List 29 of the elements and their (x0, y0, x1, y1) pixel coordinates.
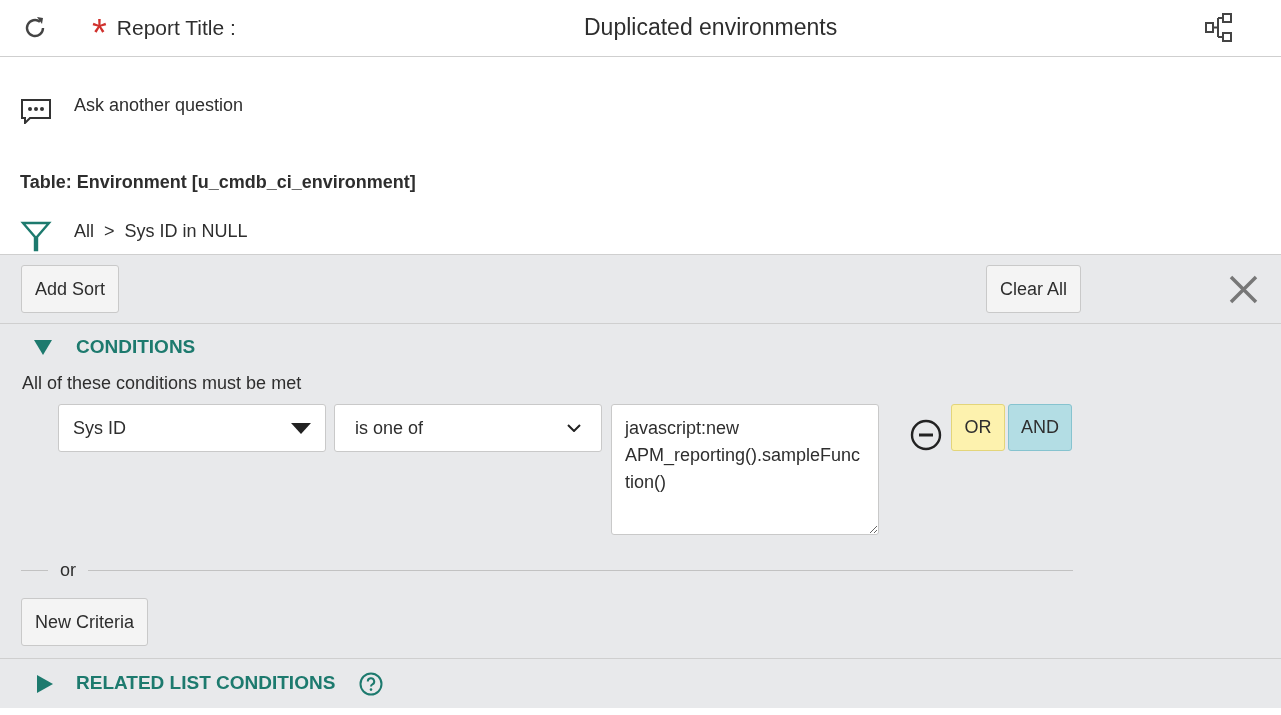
help-icon[interactable] (359, 671, 384, 696)
required-asterisk: * (92, 14, 107, 52)
or-separator-label: or (60, 559, 76, 582)
value-field[interactable]: javascript:new APM_reporting().sampleFunction() (611, 404, 879, 535)
remove-condition-icon[interactable] (910, 419, 942, 451)
report-title: Duplicated environments (584, 13, 838, 42)
chat-bubble-icon[interactable] (20, 98, 52, 124)
related-list-conditions-heading[interactable]: RELATED LIST CONDITIONS (76, 669, 336, 698)
ask-question-link[interactable]: Ask another question (74, 92, 244, 119)
filter-icon (20, 220, 52, 252)
chevron-down-icon (567, 424, 581, 432)
close-icon[interactable] (1229, 274, 1258, 304)
table-label: Table: Environment [u_cmdb_ci_environment] (20, 171, 417, 194)
expand-triangle-icon[interactable] (37, 674, 53, 693)
report-title-label: Report Title : (116, 15, 236, 42)
and-button[interactable]: AND (1008, 404, 1072, 451)
breadcrumb-link[interactable]: Sys ID in NULL (124, 218, 248, 245)
add-sort-button[interactable]: Add Sort (21, 265, 120, 313)
conditions-heading[interactable]: CONDITIONS (76, 332, 196, 362)
new-criteria-button[interactable]: New Criteria (21, 598, 149, 646)
or-button[interactable]: OR (951, 404, 1005, 451)
operator-dropdown[interactable]: is one of (334, 404, 602, 452)
collapse-triangle-icon[interactable] (34, 339, 52, 355)
field-dropdown[interactable]: Sys ID (58, 404, 326, 452)
breadcrumb-link[interactable]: All (74, 218, 94, 245)
clear-all-button[interactable]: Clear All (986, 265, 1082, 313)
conditions-hint: All of these conditions must be met (22, 372, 303, 395)
breadcrumb-separator: > (104, 220, 115, 243)
dropdown-caret-icon (291, 422, 311, 434)
